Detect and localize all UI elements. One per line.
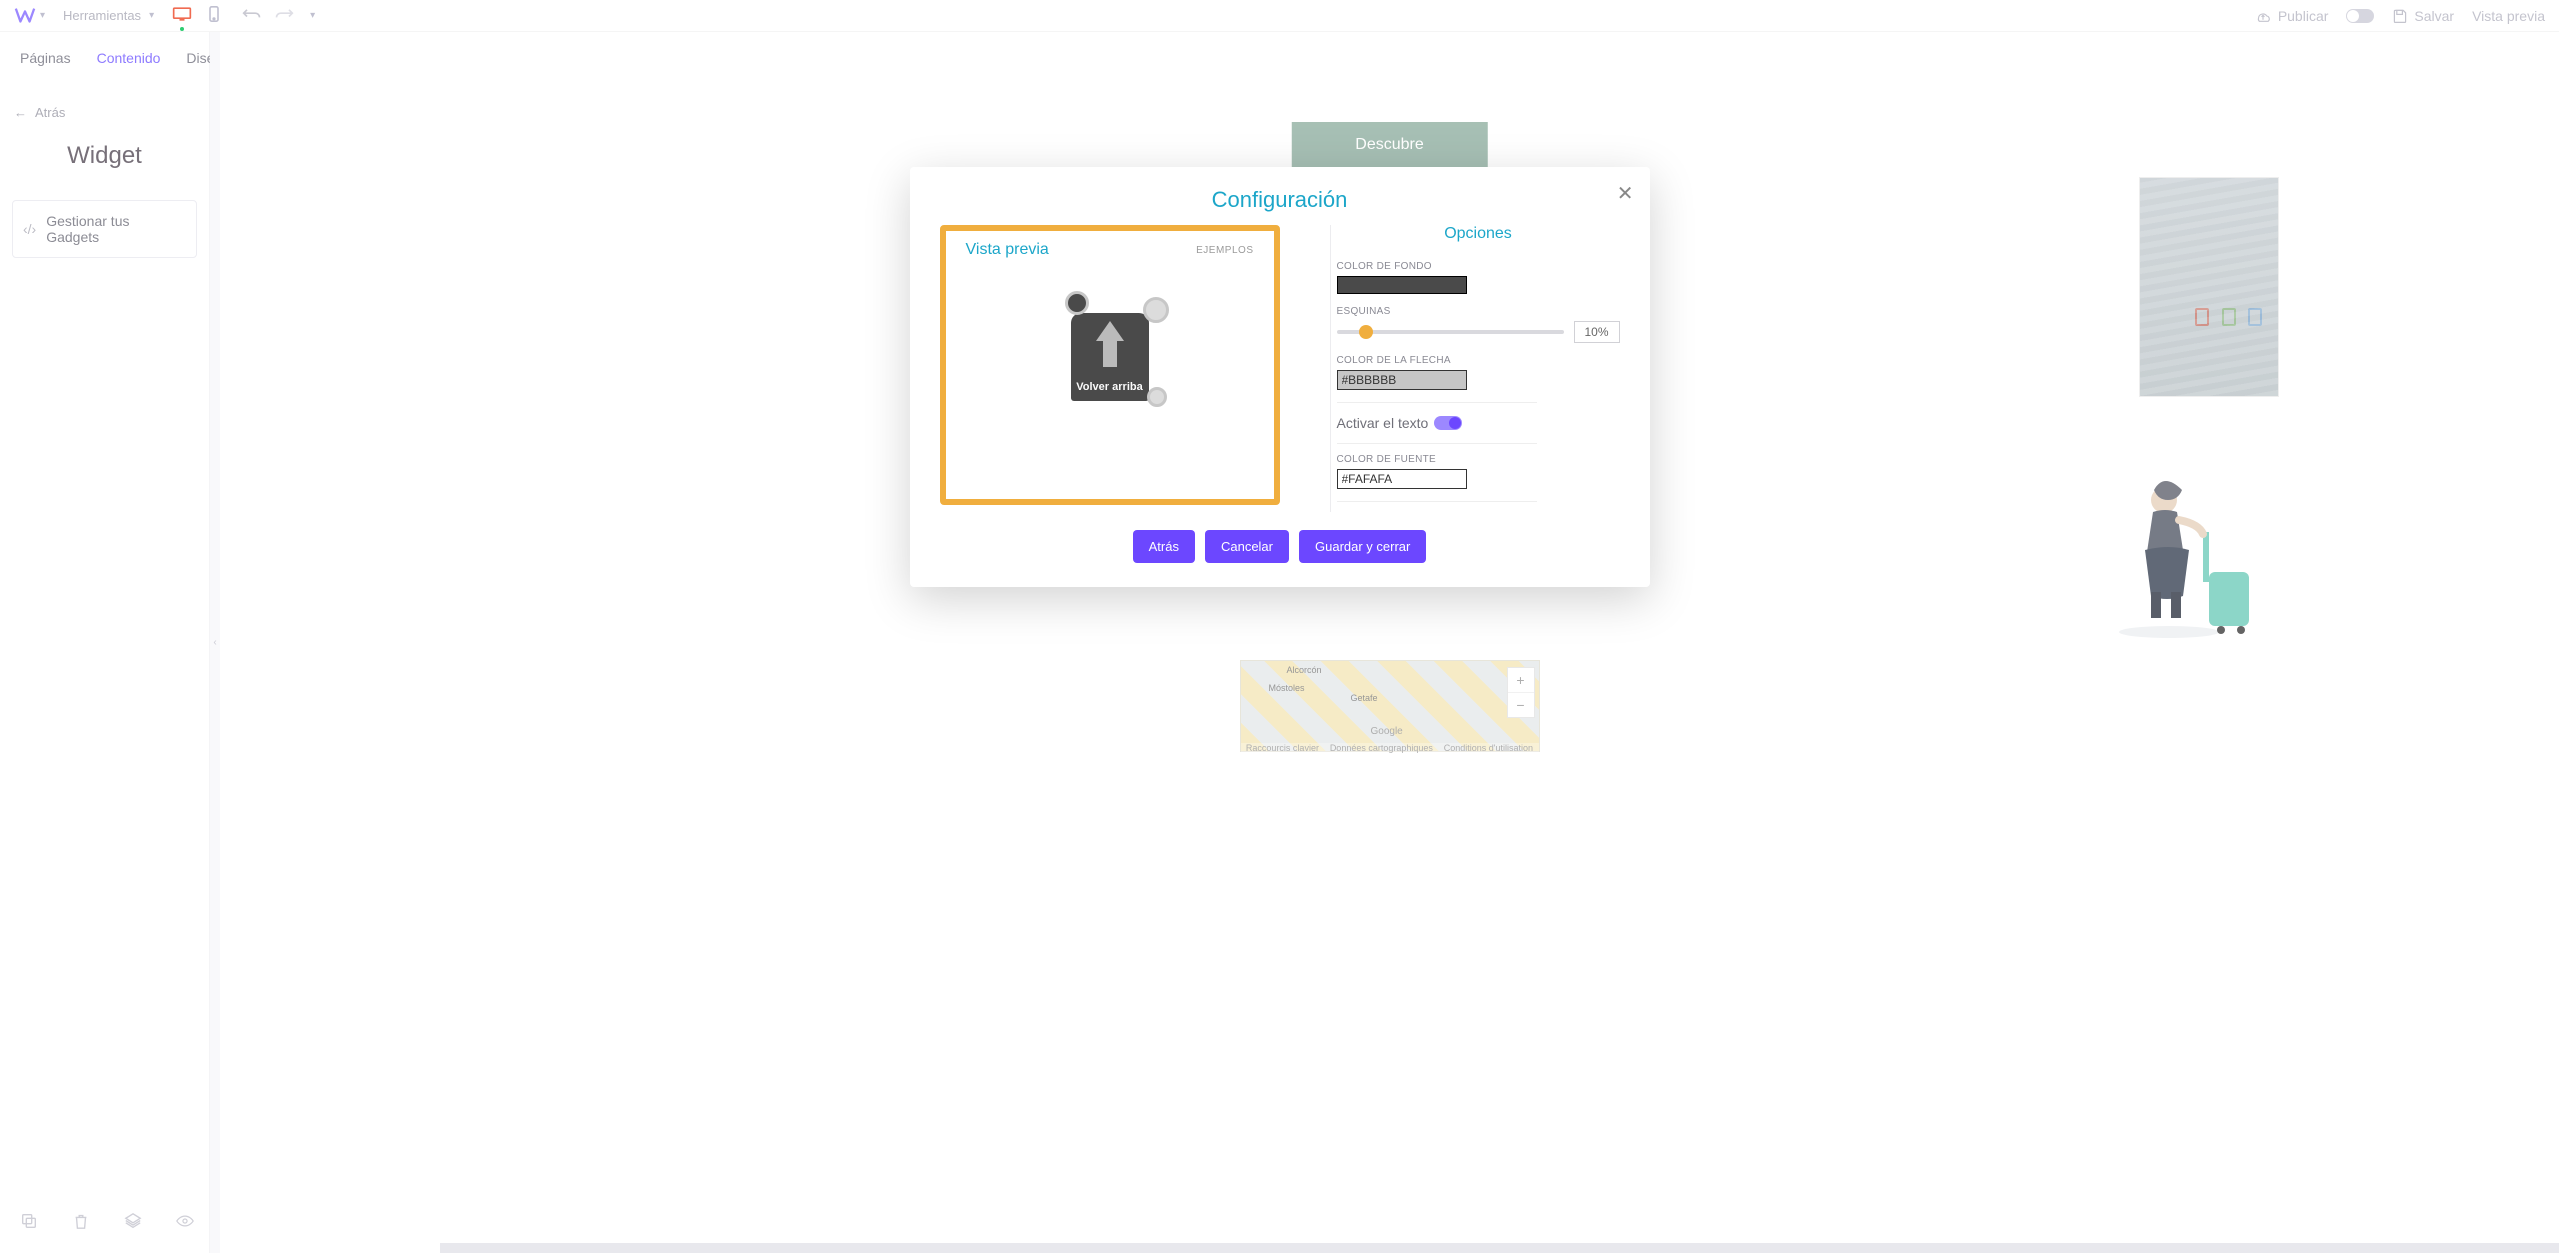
speech-bubble-icon	[1143, 297, 1169, 323]
preview-heading: Vista previa	[966, 241, 1049, 259]
preview-link-label: Vista previa	[2472, 8, 2545, 24]
tools-menu-label: Herramientas	[63, 8, 141, 23]
undo-icon[interactable]	[242, 7, 262, 24]
desktop-view-icon[interactable]	[172, 6, 192, 25]
activate-text-row: Activar el texto	[1337, 415, 1620, 431]
close-icon[interactable]: ✕	[1617, 181, 1634, 206]
modal-overlay: ✕ Configuración Vista previa EJEMPLOS Vo…	[0, 32, 2559, 1253]
preview-link[interactable]: Vista previa	[2472, 8, 2545, 24]
save-button[interactable]: Salvar	[2392, 8, 2454, 24]
font-color-field: Color de fuente	[1337, 454, 1620, 489]
corners-value-input[interactable]: 10%	[1574, 321, 1620, 343]
divider	[1337, 402, 1537, 403]
corners-slider[interactable]	[1337, 330, 1564, 334]
logo-menu-chevron-icon[interactable]: ▾	[40, 10, 45, 21]
modal-title: Configuración	[940, 187, 1620, 213]
cancel-button-label: Cancelar	[1221, 539, 1273, 554]
arrow-color-field: Color de la flecha	[1337, 355, 1620, 390]
widget-text-label: Volver arriba	[1071, 381, 1149, 393]
options-heading: Opciones	[1337, 225, 1620, 243]
speech-bubble-icon	[1065, 291, 1089, 315]
speech-bubble-icon	[1147, 387, 1167, 407]
redo-icon[interactable]	[274, 7, 294, 24]
back-button[interactable]: Atrás	[1133, 530, 1195, 563]
back-button-label: Atrás	[1149, 539, 1179, 554]
chevron-down-icon: ▾	[149, 10, 154, 21]
publish-label: Publicar	[2278, 8, 2329, 24]
configuration-modal: ✕ Configuración Vista previa EJEMPLOS Vo…	[910, 167, 1650, 587]
divider	[1337, 501, 1537, 502]
publish-toggle[interactable]	[2346, 9, 2374, 23]
background-color-field: Color de fondo	[1337, 261, 1620, 294]
widget-preview-box: Vista previa EJEMPLOS Volver arriba	[940, 225, 1280, 505]
save-close-button[interactable]: Guardar y cerrar	[1299, 530, 1426, 563]
font-color-input[interactable]	[1337, 469, 1467, 489]
font-color-label: Color de fuente	[1337, 454, 1620, 465]
save-close-button-label: Guardar y cerrar	[1315, 539, 1410, 554]
examples-link[interactable]: EJEMPLOS	[1196, 245, 1253, 256]
publish-button[interactable]: Publicar	[2254, 8, 2329, 24]
activate-text-toggle[interactable]	[1434, 416, 1462, 430]
tools-menu[interactable]: Herramientas ▾	[63, 8, 154, 23]
save-label: Salvar	[2414, 8, 2454, 24]
top-toolbar: ▾ Herramientas ▾ ▾ Publicar	[0, 0, 2559, 32]
arrow-color-input[interactable]	[1337, 370, 1467, 390]
arrow-stem	[1103, 339, 1117, 367]
corners-label: Esquinas	[1337, 306, 1620, 317]
bg-color-swatch[interactable]	[1337, 276, 1467, 294]
back-to-top-widget-preview: Volver arriba	[1071, 313, 1149, 401]
cancel-button[interactable]: Cancelar	[1205, 530, 1289, 563]
arrow-color-label: Color de la flecha	[1337, 355, 1620, 366]
history-chevron-icon[interactable]: ▾	[310, 10, 315, 21]
app-logo[interactable]: ▾	[14, 5, 45, 27]
mobile-view-icon[interactable]	[204, 6, 224, 25]
bg-color-label: Color de fondo	[1337, 261, 1620, 272]
activate-text-label: Activar el texto	[1337, 415, 1429, 431]
slider-thumb[interactable]	[1359, 325, 1373, 339]
options-panel: Opciones Color de fondo Esquinas 10% C	[1330, 225, 1620, 512]
divider	[1337, 443, 1537, 444]
arrow-up-icon	[1096, 321, 1124, 341]
corners-field: Esquinas 10%	[1337, 306, 1620, 343]
